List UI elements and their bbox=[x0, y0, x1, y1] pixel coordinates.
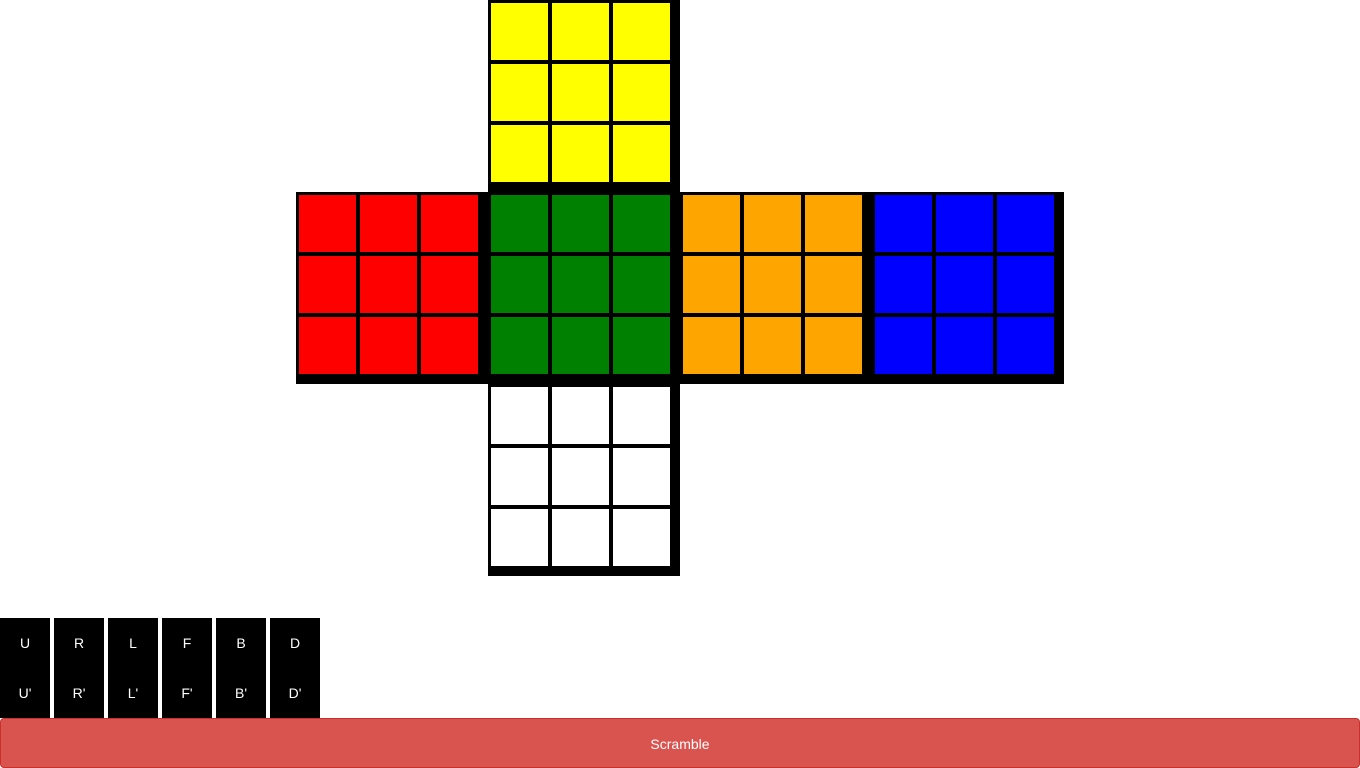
sticker-up-0-1 bbox=[552, 3, 609, 60]
sticker-down-2-2 bbox=[613, 509, 670, 566]
sticker-right-1-2 bbox=[805, 256, 862, 313]
face-up bbox=[488, 0, 680, 192]
sticker-up-0-2 bbox=[613, 3, 670, 60]
sticker-down-1-2 bbox=[613, 448, 670, 505]
sticker-front-2-0 bbox=[491, 317, 548, 374]
sticker-left-1-1 bbox=[360, 256, 417, 313]
sticker-left-1-0 bbox=[299, 256, 356, 313]
move-b-button[interactable]: B bbox=[216, 618, 266, 668]
sticker-right-1-0 bbox=[683, 256, 740, 313]
sticker-left-2-1 bbox=[360, 317, 417, 374]
sticker-left-0-0 bbox=[299, 195, 356, 252]
sticker-up-1-1 bbox=[552, 64, 609, 121]
sticker-front-0-0 bbox=[491, 195, 548, 252]
sticker-right-0-2 bbox=[805, 195, 862, 252]
move-f-button[interactable]: F bbox=[162, 618, 212, 668]
sticker-right-0-1 bbox=[744, 195, 801, 252]
sticker-back-1-2 bbox=[997, 256, 1054, 313]
move-column-l: L L' bbox=[108, 618, 158, 718]
move-l-button[interactable]: L bbox=[108, 618, 158, 668]
cube-app: U U' R R' L L' F F' B B' D D' Scramble bbox=[0, 0, 1360, 768]
move-column-f: F F' bbox=[162, 618, 212, 718]
sticker-up-2-1 bbox=[552, 125, 609, 182]
sticker-right-0-0 bbox=[683, 195, 740, 252]
move-column-u: U U' bbox=[0, 618, 50, 718]
sticker-back-0-1 bbox=[936, 195, 993, 252]
move-r-prime-button[interactable]: R' bbox=[54, 668, 104, 718]
move-f-prime-button[interactable]: F' bbox=[162, 668, 212, 718]
sticker-up-2-2 bbox=[613, 125, 670, 182]
sticker-right-1-1 bbox=[744, 256, 801, 313]
sticker-left-1-2 bbox=[421, 256, 478, 313]
sticker-down-0-0 bbox=[491, 387, 548, 444]
sticker-up-2-0 bbox=[491, 125, 548, 182]
move-u-button[interactable]: U bbox=[0, 618, 50, 668]
move-column-r: R R' bbox=[54, 618, 104, 718]
face-down bbox=[488, 384, 680, 576]
move-column-b: B B' bbox=[216, 618, 266, 718]
sticker-up-1-0 bbox=[491, 64, 548, 121]
move-b-prime-button[interactable]: B' bbox=[216, 668, 266, 718]
face-left bbox=[296, 192, 488, 384]
sticker-right-2-1 bbox=[744, 317, 801, 374]
sticker-front-1-2 bbox=[613, 256, 670, 313]
sticker-front-0-1 bbox=[552, 195, 609, 252]
sticker-up-0-0 bbox=[491, 3, 548, 60]
move-d-prime-button[interactable]: D' bbox=[270, 668, 320, 718]
face-right bbox=[680, 192, 872, 384]
sticker-left-2-0 bbox=[299, 317, 356, 374]
move-r-button[interactable]: R bbox=[54, 618, 104, 668]
sticker-left-2-2 bbox=[421, 317, 478, 374]
sticker-up-1-2 bbox=[613, 64, 670, 121]
sticker-front-2-1 bbox=[552, 317, 609, 374]
face-back bbox=[872, 192, 1064, 384]
sticker-back-2-0 bbox=[875, 317, 932, 374]
sticker-back-0-2 bbox=[997, 195, 1054, 252]
sticker-back-1-0 bbox=[875, 256, 932, 313]
sticker-front-2-2 bbox=[613, 317, 670, 374]
sticker-down-0-1 bbox=[552, 387, 609, 444]
move-u-prime-button[interactable]: U' bbox=[0, 668, 50, 718]
sticker-down-2-0 bbox=[491, 509, 548, 566]
sticker-front-1-1 bbox=[552, 256, 609, 313]
sticker-back-1-1 bbox=[936, 256, 993, 313]
sticker-down-2-1 bbox=[552, 509, 609, 566]
sticker-left-0-1 bbox=[360, 195, 417, 252]
face-front bbox=[488, 192, 680, 384]
scramble-button[interactable]: Scramble bbox=[0, 718, 1360, 768]
move-l-prime-button[interactable]: L' bbox=[108, 668, 158, 718]
sticker-front-0-2 bbox=[613, 195, 670, 252]
move-column-d: D D' bbox=[270, 618, 320, 718]
sticker-back-2-2 bbox=[997, 317, 1054, 374]
sticker-down-0-2 bbox=[613, 387, 670, 444]
sticker-back-0-0 bbox=[875, 195, 932, 252]
sticker-left-0-2 bbox=[421, 195, 478, 252]
sticker-down-1-1 bbox=[552, 448, 609, 505]
sticker-right-2-0 bbox=[683, 317, 740, 374]
sticker-front-1-0 bbox=[491, 256, 548, 313]
sticker-right-2-2 bbox=[805, 317, 862, 374]
sticker-down-1-0 bbox=[491, 448, 548, 505]
move-d-button[interactable]: D bbox=[270, 618, 320, 668]
sticker-back-2-1 bbox=[936, 317, 993, 374]
